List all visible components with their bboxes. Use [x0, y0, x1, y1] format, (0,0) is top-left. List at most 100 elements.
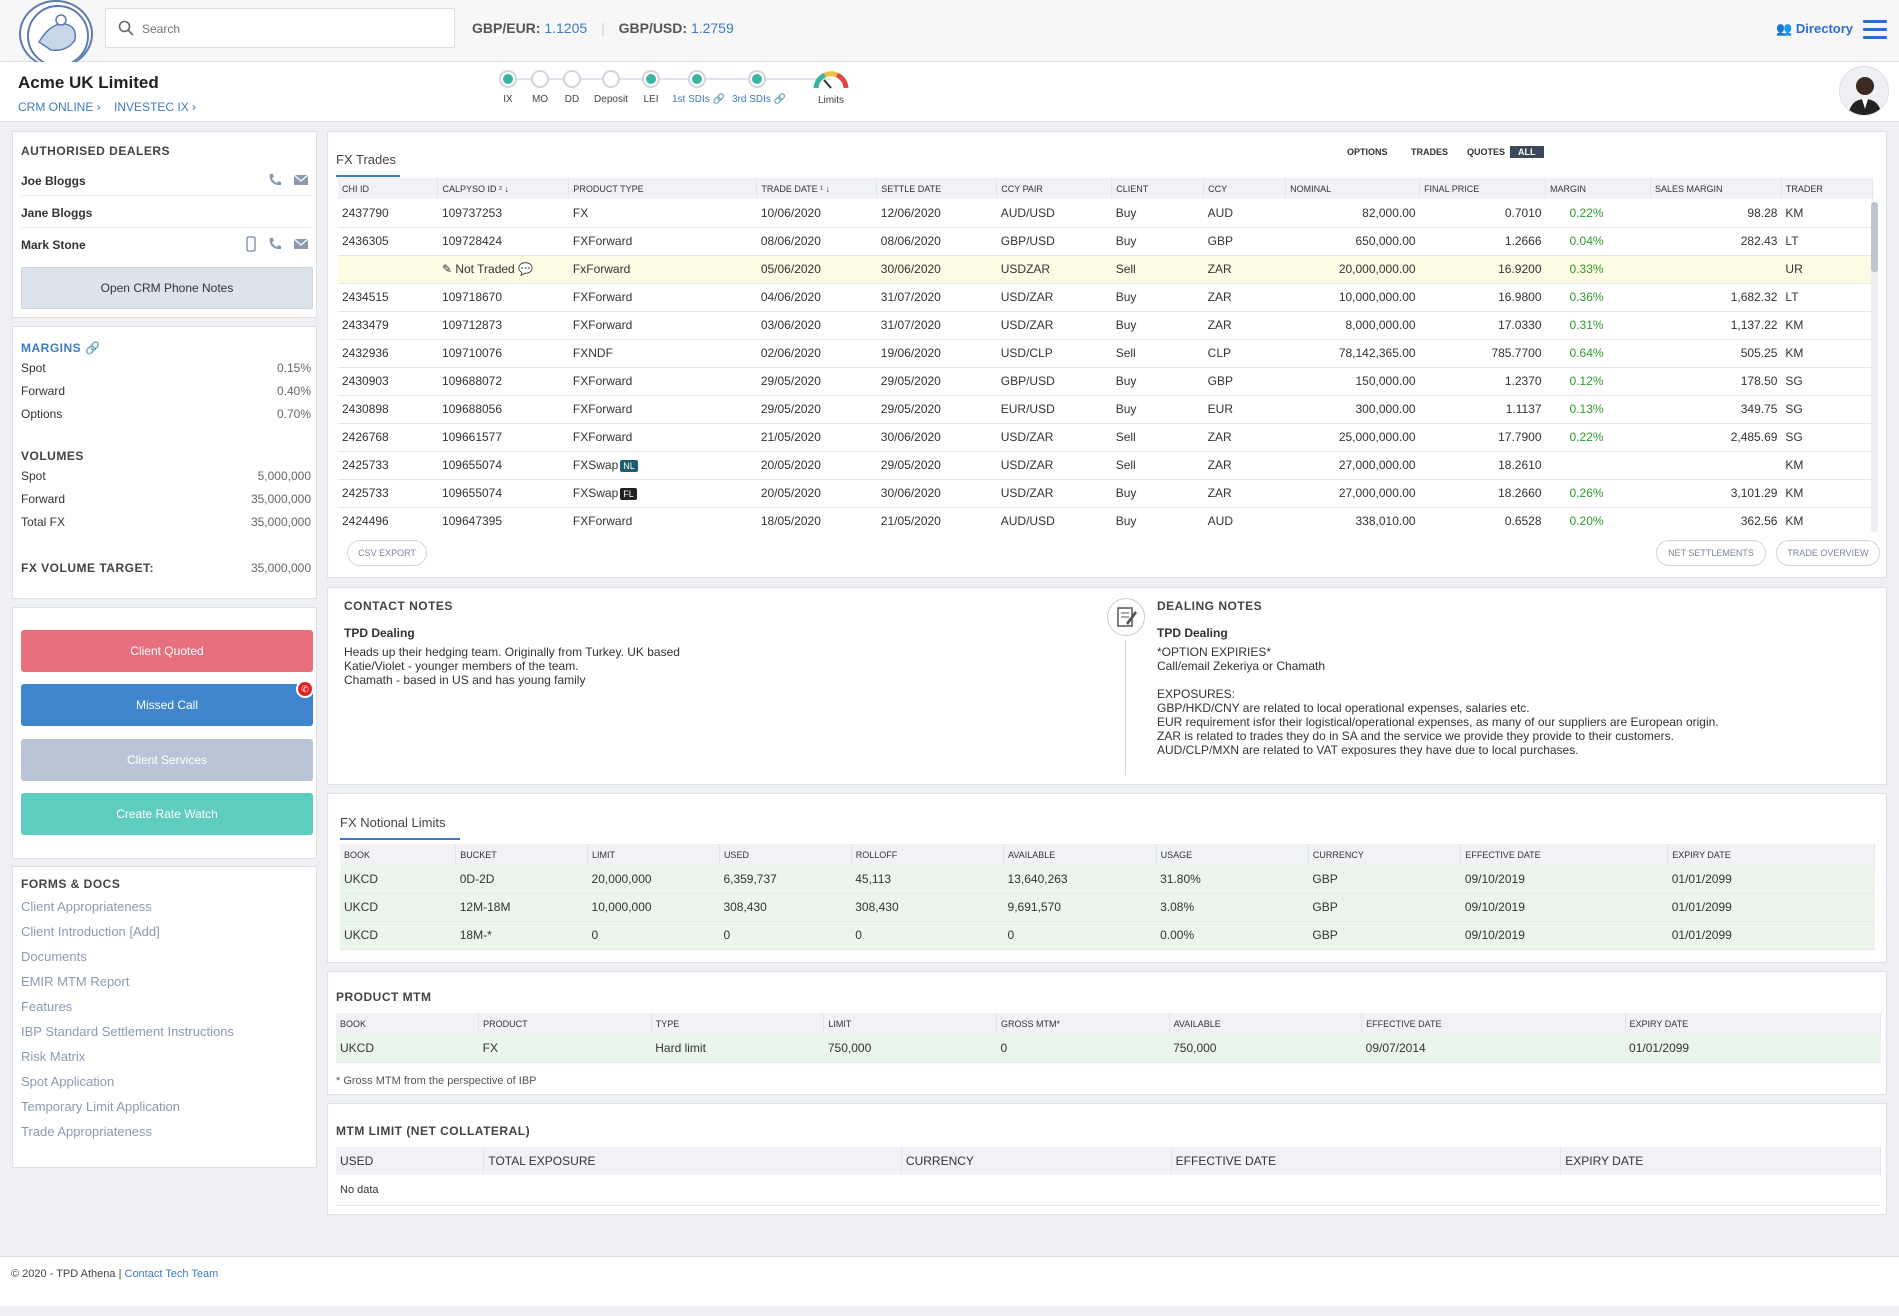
- margins-title-link[interactable]: MARGINS 🔗: [21, 341, 100, 355]
- trade-overview-button[interactable]: TRADE OVERVIEW: [1776, 540, 1880, 566]
- csv-export-button[interactable]: CSV EXPORT: [347, 540, 427, 566]
- table-row[interactable]: 2436305 109728424 FXForward 08/06/2020 08/06…: [338, 227, 1873, 256]
- directory-link[interactable]: 👥 Directory: [1776, 21, 1853, 37]
- column-header[interactable]: AVAILABLE: [1169, 1013, 1363, 1034]
- doc-link[interactable]: Trade Appropriateness: [21, 1124, 152, 1139]
- column-header[interactable]: EFFECTIVE DATE: [1361, 1013, 1626, 1034]
- table-row[interactable]: 2424496 109647395 FXForward 18/05/2020 21/05…: [338, 507, 1873, 535]
- email-icon[interactable]: [293, 172, 309, 188]
- client-quoted-button[interactable]: Client Quoted: [21, 630, 313, 672]
- table-row[interactable]: 2434515 109718670 FXForward 04/06/2020 31/07…: [338, 283, 1873, 312]
- app-logo[interactable]: [19, 0, 93, 68]
- column-header[interactable]: EXPIRY DATE: [1667, 844, 1875, 865]
- net-settlements-button[interactable]: NET SETTLEMENTS: [1656, 540, 1766, 566]
- table-row[interactable]: 2425733 109655074 FXSwap FL 20/05/2020 30/06/…: [338, 479, 1873, 508]
- column-header[interactable]: LIMIT: [587, 844, 720, 865]
- doc-link[interactable]: IBP Standard Settlement Instructions: [21, 1024, 234, 1039]
- column-header[interactable]: ROLLOFF: [851, 844, 1005, 865]
- column-header[interactable]: NOMINAL: [1285, 178, 1421, 199]
- column-header[interactable]: CCY PAIR: [996, 178, 1113, 199]
- crm-online-link[interactable]: CRM ONLINE ›: [18, 100, 101, 114]
- filter-tab-options[interactable]: OPTIONS: [1347, 147, 1388, 157]
- column-header[interactable]: CURRENCY: [1308, 844, 1462, 865]
- column-header[interactable]: CURRENCY: [901, 1147, 1172, 1175]
- table-row[interactable]: ✎ Not Traded 💬 FxForward 05/06/2020 30/06/2…: [338, 255, 1873, 284]
- table-row[interactable]: 2425733 109655074 FXSwap NL 20/05/2020 29/05/…: [338, 451, 1873, 480]
- column-header[interactable]: PRODUCT TYPE: [568, 178, 758, 199]
- column-header[interactable]: SETTLE DATE: [876, 178, 998, 199]
- mobile-icon[interactable]: [243, 236, 259, 252]
- column-header[interactable]: EXPIRY DATE: [1560, 1147, 1881, 1175]
- doc-link[interactable]: Spot Application: [21, 1074, 114, 1089]
- column-header[interactable]: TRADER: [1781, 178, 1873, 199]
- column-header[interactable]: EFFECTIVE DATE: [1460, 844, 1669, 865]
- doc-link[interactable]: EMIR MTM Report: [21, 974, 129, 989]
- column-header[interactable]: CCY: [1203, 178, 1287, 199]
- table-row[interactable]: UKCD 0D-2D 20,000,000 6,359,737 45,113 13,640…: [340, 865, 1875, 894]
- table-row[interactable]: UKCD 18M-* 0 0 0 0 0.00% GBP 09/10/2019 01/01/209…: [340, 921, 1875, 950]
- email-icon[interactable]: [293, 236, 309, 252]
- doc-link[interactable]: Temporary Limit Application: [21, 1099, 180, 1114]
- doc-link[interactable]: Client Appropriateness: [21, 899, 152, 914]
- table-row[interactable]: 2433479 109712873 FXForward 03/06/2020 31/07…: [338, 311, 1873, 340]
- contact-tech-team-link[interactable]: Contact Tech Team: [125, 1268, 219, 1280]
- phone-icon[interactable]: [267, 172, 283, 188]
- investec-ix-link[interactable]: INVESTEC IX ›: [114, 100, 196, 114]
- phone-icon[interactable]: [267, 236, 283, 252]
- column-header[interactable]: BOOK: [340, 844, 457, 865]
- doc-link[interactable]: Features: [21, 999, 72, 1014]
- column-header[interactable]: CLIENT: [1111, 178, 1205, 199]
- table-cell: 2,485.69: [1650, 423, 1782, 452]
- column-header[interactable]: TYPE: [651, 1013, 825, 1034]
- table-row[interactable]: 2426768 109661577 FXForward 21/05/2020 30/06…: [338, 423, 1873, 452]
- search-box[interactable]: [105, 8, 455, 48]
- step-5[interactable]: 1st SDIs 🔗: [672, 70, 725, 105]
- doc-link[interactable]: Risk Matrix: [21, 1049, 85, 1064]
- column-header[interactable]: CALPYSO ID ² ↓: [437, 178, 570, 199]
- filter-tab-quotes[interactable]: QUOTES: [1467, 147, 1505, 157]
- table-row[interactable]: 2437790 109737253 FX 10/06/2020 12/06/2020 AU…: [338, 199, 1873, 228]
- search-input[interactable]: [142, 19, 442, 39]
- column-header[interactable]: EFFECTIVE DATE: [1171, 1147, 1562, 1175]
- step-7[interactable]: Limits: [806, 70, 856, 106]
- trades-scrollbar[interactable]: [1871, 202, 1878, 532]
- column-header[interactable]: LIMIT: [823, 1013, 997, 1034]
- hamburger-menu-icon[interactable]: [1863, 20, 1887, 40]
- client-services-button[interactable]: Client Services: [21, 739, 313, 781]
- column-header[interactable]: TRADE DATE ¹ ↓: [756, 178, 878, 199]
- create-rate-watch-button[interactable]: Create Rate Watch: [21, 793, 313, 835]
- open-crm-phone-notes-button[interactable]: Open CRM Phone Notes: [21, 267, 313, 309]
- doc-link[interactable]: Client Introduction [Add]: [21, 924, 160, 939]
- column-header[interactable]: SALES MARGIN: [1650, 178, 1782, 199]
- column-header[interactable]: FINAL PRICE: [1419, 178, 1547, 199]
- missed-call-button[interactable]: Missed Call: [21, 684, 313, 726]
- column-header[interactable]: BOOK: [336, 1013, 480, 1034]
- table-cell: 20,000,000.00: [1285, 255, 1420, 284]
- column-header[interactable]: PRODUCT: [478, 1013, 652, 1034]
- filter-tab-trades[interactable]: TRADES: [1411, 147, 1448, 157]
- table-row[interactable]: UKCD 12M-18M 10,000,000 308,430 308,430 9,691…: [340, 893, 1875, 922]
- table-cell: AUD: [1203, 199, 1286, 228]
- edit-note-icon[interactable]: [1107, 598, 1145, 636]
- column-header[interactable]: AVAILABLE: [1003, 844, 1157, 865]
- column-header[interactable]: TOTAL EXPOSURE: [483, 1147, 902, 1175]
- column-header[interactable]: BUCKET: [455, 844, 589, 865]
- note-line: AUD/CLP/MXN are related to VAT exposures…: [1157, 743, 1579, 757]
- column-header[interactable]: USED: [719, 844, 852, 865]
- column-header[interactable]: USED: [336, 1147, 485, 1175]
- filter-tab-all[interactable]: ALL: [1510, 146, 1544, 158]
- avatar[interactable]: [1839, 66, 1889, 116]
- table-row[interactable]: 2432936 109710076 FXNDF 02/06/2020 19/06/202…: [338, 339, 1873, 368]
- column-header[interactable]: CHI ID: [338, 178, 439, 199]
- column-header[interactable]: EXPIRY DATE: [1625, 1013, 1882, 1034]
- doc-link[interactable]: Documents: [21, 949, 87, 964]
- step-4[interactable]: LEI: [626, 70, 676, 105]
- step-6[interactable]: 3rd SDIs 🔗: [732, 70, 786, 105]
- table-row[interactable]: UKCD FX Hard limit 750,000 0 750,000 09/07/201…: [336, 1034, 1881, 1063]
- table-cell: 19/06/2020: [876, 339, 997, 368]
- column-header[interactable]: USAGE: [1156, 844, 1309, 865]
- column-header[interactable]: MARGIN: [1545, 178, 1651, 199]
- table-row[interactable]: 2430898 109688056 FXForward 29/05/2020 29/05…: [338, 395, 1873, 424]
- column-header[interactable]: GROSS MTM*: [996, 1013, 1170, 1034]
- table-row[interactable]: 2430903 109688072 FXForward 29/05/2020 29/05…: [338, 367, 1873, 396]
